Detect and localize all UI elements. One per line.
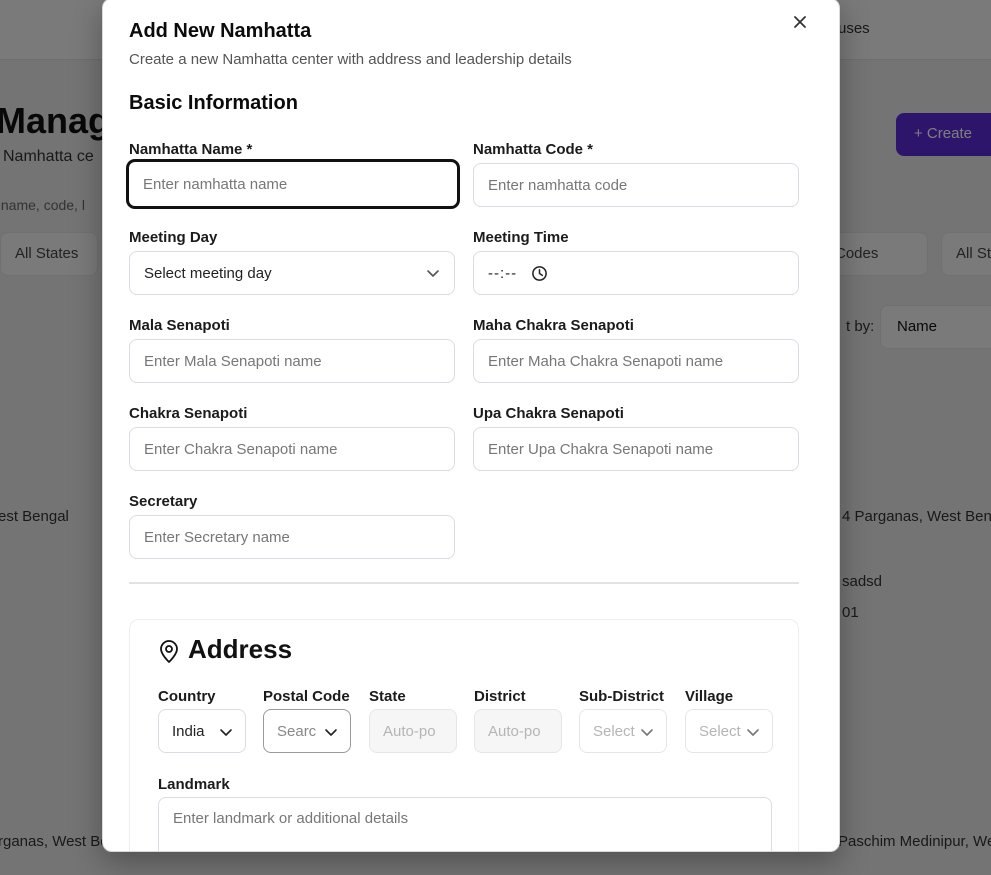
address-section: Address Country India Postal Code Searc … [129, 619, 799, 851]
secretary-label: Secretary [129, 493, 198, 510]
landmark-placeholder: Enter landmark or additional details [173, 810, 409, 827]
meeting-day-select[interactable]: Select meeting day [129, 251, 455, 295]
code-label: Namhatta Code * [473, 141, 594, 158]
mala-senapoti-label: Mala Senapoti [129, 317, 230, 334]
village-value: Select [699, 722, 741, 740]
village-label: Village [685, 688, 734, 705]
chakra-senapoti-input[interactable]: Enter Chakra Senapoti name [129, 427, 455, 471]
address-heading: Address [188, 634, 293, 664]
chevron-down-icon [747, 729, 759, 736]
name-label: Namhatta Name * [129, 141, 253, 158]
meeting-day-label: Meeting Day [129, 229, 218, 246]
upa-chakra-label: Upa Chakra Senapoti [473, 405, 624, 422]
district-value: Auto-po [488, 722, 541, 740]
chevron-down-icon [325, 729, 337, 736]
postal-code-value: Searc [277, 722, 317, 740]
country-value: India [172, 722, 205, 740]
mala-placeholder: Enter Mala Senapoti name [144, 352, 322, 370]
chakra-senapoti-label: Chakra Senapoti [129, 405, 248, 422]
sub-district-label: Sub-District [579, 688, 665, 705]
section-divider [129, 582, 799, 584]
country-select[interactable]: India [158, 709, 246, 753]
namhatta-name-input[interactable]: Enter namhatta name [127, 160, 459, 208]
dialog-title: Add New Namhatta [129, 20, 312, 42]
maha-placeholder: Enter Maha Chakra Senapoti name [488, 352, 724, 370]
state-input: Auto-po [369, 709, 457, 753]
dialog-description: Create a new Namhatta center with addres… [129, 51, 572, 68]
meeting-time-value: --:-- [488, 264, 518, 282]
mala-senapoti-input[interactable]: Enter Mala Senapoti name [129, 339, 455, 383]
postal-code-select[interactable]: Searc [263, 709, 351, 753]
landmark-textarea[interactable]: Enter landmark or additional details [158, 797, 772, 851]
name-placeholder: Enter namhatta name [143, 175, 288, 193]
maha-chakra-input[interactable]: Enter Maha Chakra Senapoti name [473, 339, 799, 383]
state-value: Auto-po [383, 722, 436, 740]
sub-district-select[interactable]: Select [579, 709, 667, 753]
close-icon [794, 16, 806, 28]
meeting-time-label: Meeting Time [473, 229, 569, 246]
state-label: State [369, 688, 406, 705]
meeting-day-value: Select meeting day [144, 264, 272, 282]
district-input: Auto-po [474, 709, 562, 753]
chevron-down-icon [220, 729, 232, 736]
basic-info-heading: Basic Information [129, 92, 298, 114]
upa-chakra-input[interactable]: Enter Upa Chakra Senapoti name [473, 427, 799, 471]
code-placeholder: Enter namhatta code [488, 176, 628, 194]
postal-code-label: Postal Code [263, 688, 350, 705]
sub-district-value: Select [593, 722, 635, 740]
chevron-down-icon [427, 270, 439, 277]
landmark-label: Landmark [158, 776, 230, 793]
close-button[interactable] [789, 11, 811, 33]
secretary-input[interactable]: Enter Secretary name [129, 515, 455, 559]
secretary-placeholder: Enter Secretary name [144, 528, 290, 546]
village-select[interactable]: Select [685, 709, 773, 753]
chakra-placeholder: Enter Chakra Senapoti name [144, 440, 338, 458]
chevron-down-icon [641, 729, 653, 736]
map-pin-icon [160, 640, 178, 663]
district-label: District [474, 688, 526, 705]
upa-placeholder: Enter Upa Chakra Senapoti name [488, 440, 714, 458]
maha-chakra-label: Maha Chakra Senapoti [473, 317, 634, 334]
clock-icon[interactable] [531, 265, 548, 282]
add-namhatta-dialog: Add New Namhatta Create a new Namhatta c… [102, 0, 840, 852]
meeting-time-input[interactable]: --:-- [473, 251, 799, 295]
country-label: Country [158, 688, 216, 705]
namhatta-code-input[interactable]: Enter namhatta code [473, 163, 799, 207]
